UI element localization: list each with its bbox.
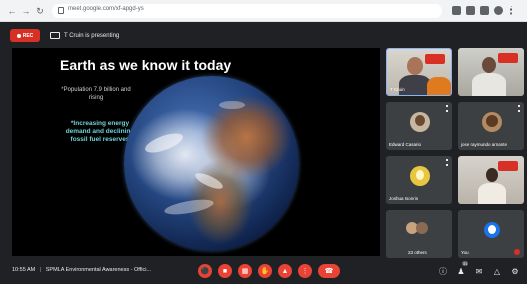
others-count: 23 others [408,250,427,255]
meeting-info: 10:55 AM | SPMLA Environmental Awareness… [12,267,151,273]
others-tile[interactable]: 23 others [386,210,452,258]
people-icon[interactable]: ♟ [456,266,466,276]
more-options-button[interactable]: ⋮ [298,264,312,278]
tile-more-icon[interactable] [446,105,448,112]
meeting-time: 10:55 AM [12,267,36,273]
participant-tile[interactable]: Edward Casario [386,102,452,150]
presenting-indicator: T Cruin is presenting [50,30,119,41]
participant-head [482,57,496,73]
participant-body [472,73,506,96]
mic-off-icon: ⚫ [200,268,210,275]
extension-icon[interactable] [452,6,461,15]
reload-icon[interactable]: ↻ [34,5,46,17]
captions-icon: ▦ [241,268,249,275]
presenting-text: T Cruin is presenting [64,32,120,39]
participant-name: Edward Casario [389,142,422,147]
people-count-badge: 31 [462,261,469,266]
more-vert-icon: ⋮ [301,268,309,275]
participant-name: Joshua Isonris [389,196,419,201]
mic-off-icon [514,249,520,255]
participant-name: jose raymundo arnante [461,142,508,147]
slide-bullet-population: *Population 7.9 billion and rising [61,87,131,101]
leave-call-button[interactable]: ☎ [318,264,340,278]
mic-toggle-button[interactable]: ⚫ [198,264,212,278]
self-avatar [484,222,500,238]
captions-button[interactable]: ▦ [238,264,252,278]
hand-icon: ✋ [260,268,270,275]
participant-name: T Cruin [390,87,405,92]
mic-level-badge [425,54,445,64]
record-dot-icon [16,33,21,38]
host-controls-icon[interactable]: ⚙ [510,266,520,276]
participant-tile[interactable] [458,156,524,204]
camera-off-icon: ■ [222,267,228,275]
self-name: You [461,250,469,255]
tile-more-icon[interactable] [446,159,448,166]
participant-head [486,168,498,182]
browser-menu-icon[interactable] [510,6,514,15]
forward-arrow-icon[interactable]: → [20,5,32,17]
presentation-slide: Earth as we know it today *Population 7.… [12,48,380,256]
url-text[interactable]: meet.google.com/xf-apgd-ys [68,6,144,12]
participant-body [478,183,506,204]
recording-label: REC [22,32,34,39]
participant-chair [427,77,451,95]
lock-icon [58,7,64,14]
mic-level-badge [498,161,518,171]
present-button[interactable]: ▲ [278,264,292,278]
participant-tile[interactable]: jose raymundo arnante [458,102,524,150]
present-icon: ▲ [281,267,289,275]
extension-icon[interactable] [466,6,475,15]
slide-title: Earth as we know it today [60,57,232,73]
present-screen-icon [50,32,60,39]
self-tile[interactable]: You [458,210,524,258]
meeting-name: SPMLA Environmental Awareness - Offici..… [45,267,152,273]
camera-toggle-button[interactable]: ■ [218,264,232,278]
chat-icon[interactable]: ✉ [474,266,484,276]
tile-more-icon[interactable] [518,105,520,112]
address-bar[interactable]: meet.google.com/xf-apgd-ys [52,4,442,18]
mic-level-badge [498,53,518,63]
info-icon[interactable]: ⓘ [438,266,448,276]
earth-image [124,76,299,251]
meeting-controls-bar: 10:55 AM | SPMLA Environmental Awareness… [0,258,527,284]
recording-badge[interactable]: REC [10,29,40,42]
participant-tile[interactable] [458,48,524,96]
participant-avatar [416,222,428,234]
participant-tile[interactable]: Joshua Isonris [386,156,452,204]
browser-toolbar: ← → ↻ meet.google.com/xf-apgd-ys [0,0,527,22]
hang-up-icon: ☎ [324,268,334,275]
profile-avatar[interactable] [494,6,503,15]
participant-avatar [410,112,430,132]
participant-tile[interactable]: T Cruin [386,48,452,96]
extension-icon[interactable] [480,6,489,15]
meeting-separator: | [39,267,42,273]
activities-icon[interactable]: △ [492,266,502,276]
participant-avatar [410,166,430,186]
back-arrow-icon[interactable]: ← [6,5,18,17]
participant-head [407,57,423,75]
raise-hand-button[interactable]: ✋ [258,264,272,278]
participant-avatar [482,112,502,132]
